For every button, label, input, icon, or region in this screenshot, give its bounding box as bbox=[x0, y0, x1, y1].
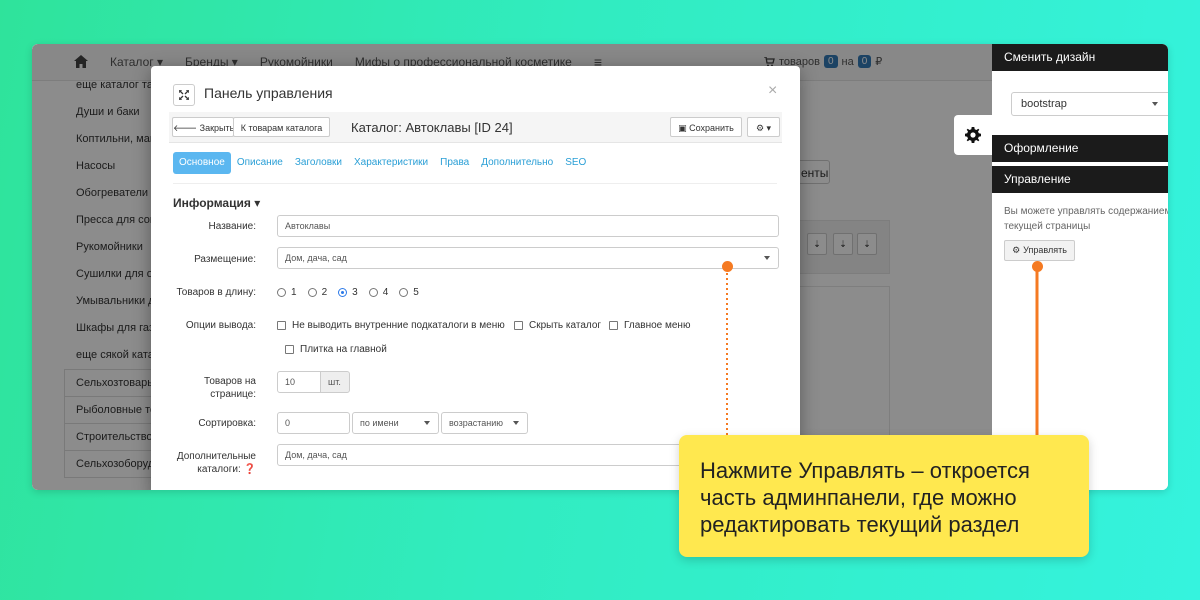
callout-line: редактировать текущий раздел bbox=[700, 512, 1020, 537]
pointer-dot bbox=[1032, 261, 1043, 272]
pointer-dot bbox=[722, 261, 733, 272]
callout-line: часть админпанели, где можно bbox=[700, 485, 1017, 510]
callout-line: Нажмите Управлять – откроется bbox=[700, 458, 1030, 483]
hint-callout: Нажмите Управлять – откроется часть адми… bbox=[679, 435, 1089, 557]
